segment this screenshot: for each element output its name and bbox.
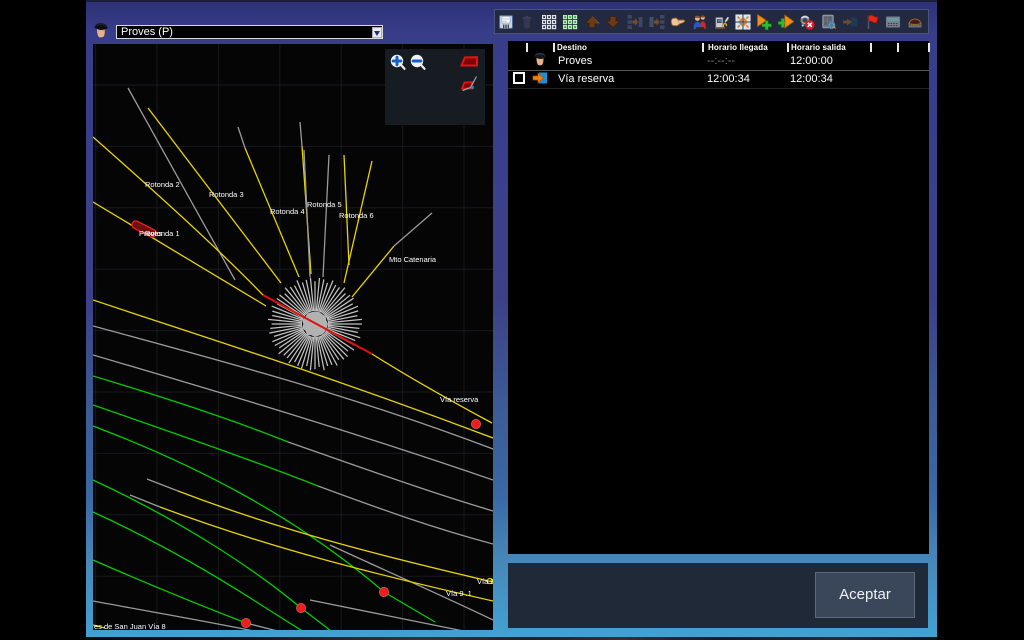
svg-text:Mto Catenaria: Mto Catenaria xyxy=(389,255,437,264)
svg-text:Rotonda 3: Rotonda 3 xyxy=(209,190,244,199)
svg-text:Vía reserva: Vía reserva xyxy=(440,395,479,404)
svg-text:Rotonda 5: Rotonda 5 xyxy=(307,200,342,209)
svg-text:Rotonda 1: Rotonda 1 xyxy=(145,229,180,238)
svg-text:Vía 9: Vía 9 xyxy=(477,577,493,586)
svg-text:Rotonda 2: Rotonda 2 xyxy=(145,180,180,189)
svg-text:Rotonda 4: Rotonda 4 xyxy=(270,207,305,216)
svg-text:Vía 9 .1: Vía 9 .1 xyxy=(446,589,472,598)
svg-text:Rotonda 6: Rotonda 6 xyxy=(339,211,374,220)
svg-text:es de San Juan Vía 8: es de San Juan Vía 8 xyxy=(94,622,166,630)
